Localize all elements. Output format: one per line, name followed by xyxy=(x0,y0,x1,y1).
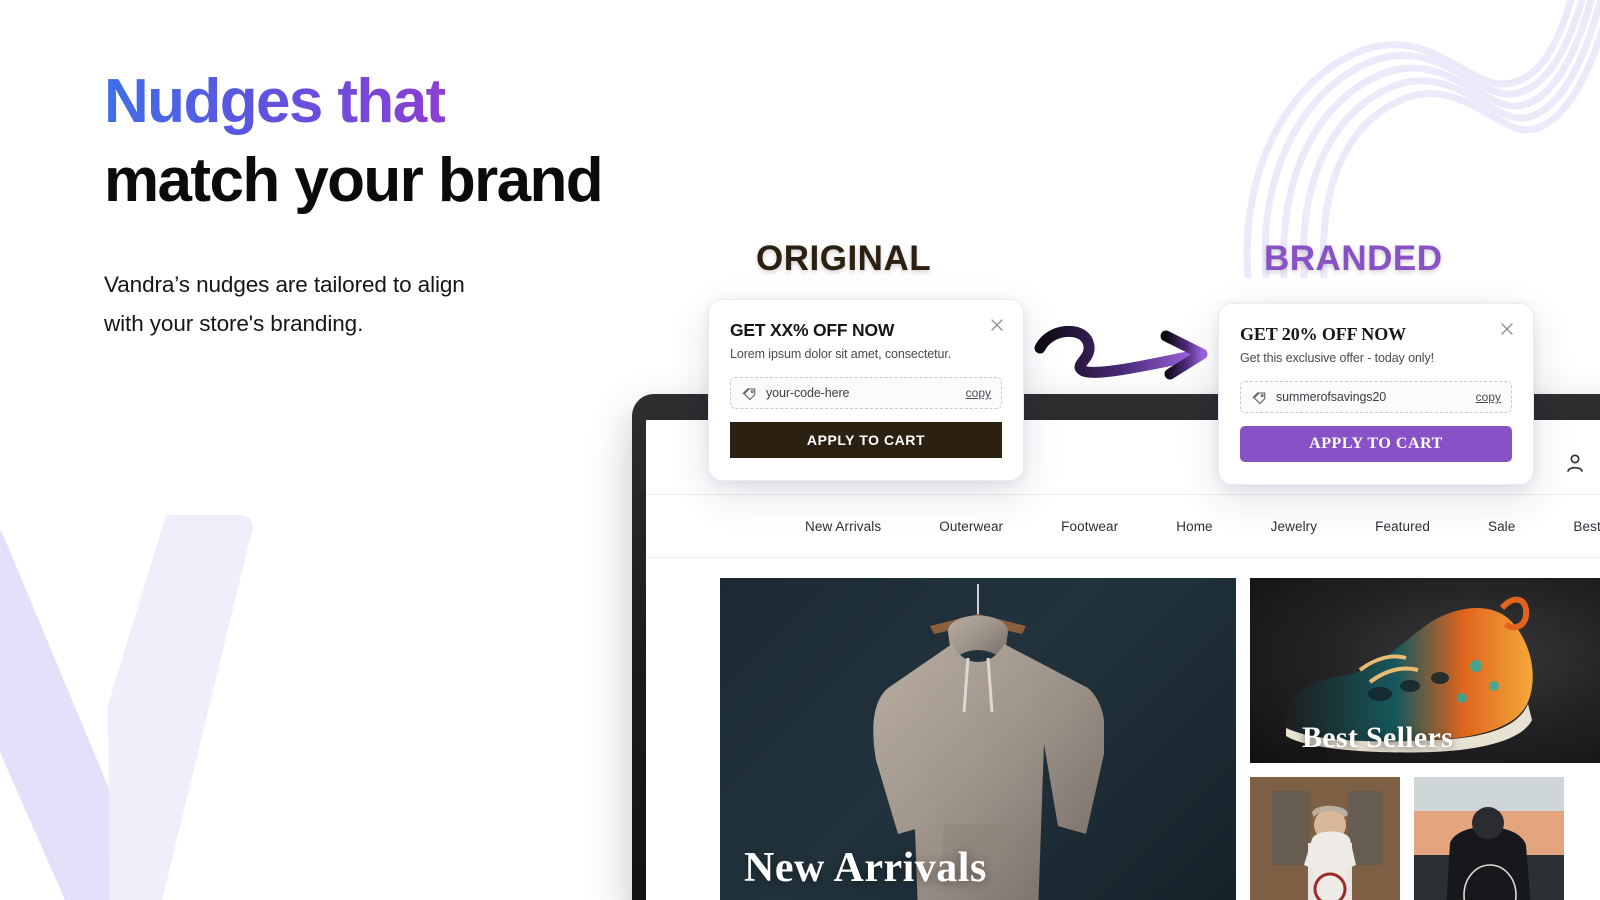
tile-best-sellers[interactable]: Best Sellers xyxy=(1250,578,1600,763)
subcopy-line-2: with your store's branding. xyxy=(104,310,364,336)
nudge-subtitle-branded: Get this exclusive offer - today only! xyxy=(1240,351,1434,365)
promo-code-field-branded[interactable]: summerofsavings20 copy xyxy=(1240,381,1512,413)
ribbon-swirl-decoration xyxy=(1243,0,1600,278)
product-grid: New Arrivals Best Sellers xyxy=(646,558,1600,900)
vandra-v-logo-watermark xyxy=(0,515,253,900)
nudge-card-branded: GET 20% OFF NOW Get this exclusive offer… xyxy=(1218,303,1534,485)
label-branded: BRANDED xyxy=(1264,239,1443,278)
nav-item-home[interactable]: Home xyxy=(1147,519,1241,534)
close-icon[interactable] xyxy=(989,317,1005,333)
label-original: ORIGINAL xyxy=(756,239,932,278)
hero-subcopy: Vandra’s nudges are tailored to align wi… xyxy=(104,265,744,343)
storefront-screen: New Arrivals Outerwear Footwear Home Jew… xyxy=(646,420,1600,900)
nav-item-footwear[interactable]: Footwear xyxy=(1032,519,1147,534)
subcopy-line-1: Vandra’s nudges are tailored to align xyxy=(104,271,465,297)
tshirt-model-image xyxy=(1250,777,1400,900)
nav-item-jewelry[interactable]: Jewelry xyxy=(1242,519,1346,534)
nav-item-new-arrivals[interactable]: New Arrivals xyxy=(776,519,910,534)
headline-line-1: Nudges that xyxy=(104,67,446,136)
copy-code-link-branded[interactable]: copy xyxy=(1476,390,1501,404)
copy-code-link-original[interactable]: copy xyxy=(966,386,991,400)
thumbnail-tshirt-model[interactable] xyxy=(1250,777,1400,900)
curved-arrow-icon xyxy=(1034,325,1208,380)
product-right-column: Best Sellers xyxy=(1250,578,1600,900)
tag-icon xyxy=(1252,391,1266,404)
promo-code-value-original: your-code-here xyxy=(766,386,850,400)
hoodie-model-image xyxy=(1414,777,1564,900)
apply-to-cart-button-original[interactable]: APPLY TO CART xyxy=(730,422,1002,458)
nav-item-best-sellers[interactable]: Best Sellers xyxy=(1544,519,1600,534)
tag-icon xyxy=(742,387,756,400)
nav-item-outerwear[interactable]: Outerwear xyxy=(910,519,1032,534)
thumbnail-hoodie-model[interactable] xyxy=(1414,777,1564,900)
nav-item-sale[interactable]: Sale xyxy=(1459,519,1544,534)
headline-line-2: match your brand xyxy=(104,146,604,216)
tile-new-arrivals[interactable]: New Arrivals xyxy=(720,578,1236,900)
apply-to-cart-button-branded[interactable]: APPLY TO CART xyxy=(1240,426,1512,462)
thumbnail-row xyxy=(1250,777,1600,900)
promo-code-value-branded: summerofsavings20 xyxy=(1276,390,1387,404)
nudge-title-branded: GET 20% OFF NOW xyxy=(1240,324,1407,344)
tile-caption-best-sellers: Best Sellers xyxy=(1302,721,1454,754)
nav-item-featured[interactable]: Featured xyxy=(1346,519,1459,534)
nudge-card-original: GET XX% OFF NOW Lorem ipsum dolor sit am… xyxy=(708,299,1024,481)
nudge-title-original: GET XX% OFF NOW xyxy=(730,320,895,340)
promo-code-field-original[interactable]: your-code-here copy xyxy=(730,377,1002,409)
nudge-subtitle-original: Lorem ipsum dolor sit amet, consectetur. xyxy=(730,347,952,361)
page-root: Nudges that match your brand Vandra’s nu… xyxy=(0,0,1600,900)
user-icon[interactable] xyxy=(1564,452,1586,474)
page-title: Nudges that match your brand xyxy=(104,62,744,221)
close-icon[interactable] xyxy=(1499,321,1515,337)
tile-caption-new-arrivals: New Arrivals xyxy=(744,845,987,891)
hero-copy: Nudges that match your brand Vandra’s nu… xyxy=(104,62,744,343)
storefront-nav[interactable]: New Arrivals Outerwear Footwear Home Jew… xyxy=(646,494,1600,558)
